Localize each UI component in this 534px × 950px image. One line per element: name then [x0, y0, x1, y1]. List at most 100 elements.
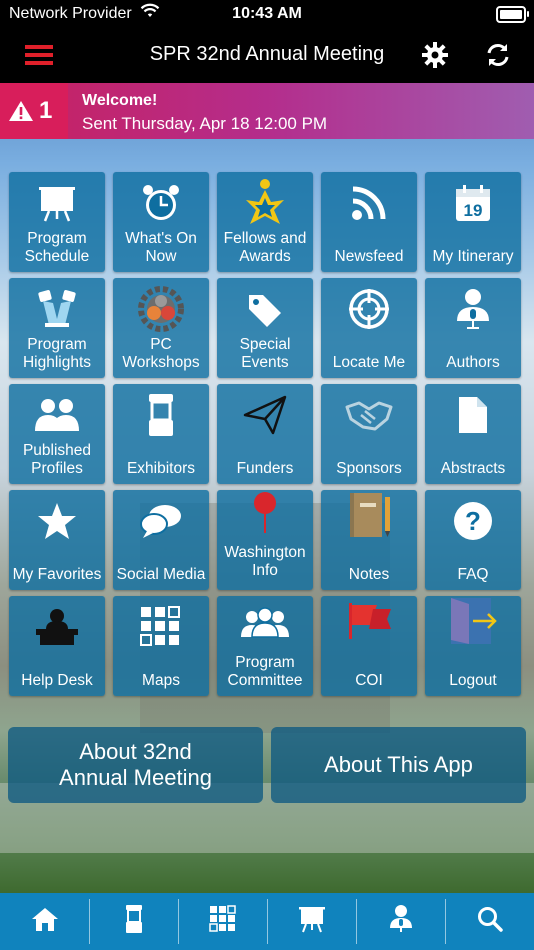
crosshair-icon [321, 286, 417, 332]
alarm-clock-icon [113, 180, 209, 226]
tile-maps[interactable]: Maps [113, 596, 209, 696]
battery-icon [496, 6, 529, 23]
nav-bar: SPR 32nd Annual Meeting [0, 28, 534, 83]
qr-map-icon [113, 604, 209, 650]
speaker-icon [425, 286, 521, 332]
notebook-icon [321, 492, 417, 538]
paper-plane-icon [217, 392, 313, 438]
tab-authors[interactable] [356, 893, 445, 950]
tile-label: Notes [348, 566, 390, 583]
tile-label: What's On Now [125, 230, 197, 265]
svg-text:?: ? [465, 506, 481, 536]
people-icon [9, 392, 105, 438]
alert-count: 1 [39, 97, 53, 124]
alert-banner[interactable]: 1 Welcome! Sent Thursday, Apr 18 12:00 P… [0, 83, 534, 139]
tile-help-desk[interactable]: Help Desk [9, 596, 105, 696]
tile-program-committee[interactable]: Program Committee [217, 596, 313, 696]
tile-notes[interactable]: Notes [321, 490, 417, 590]
tile-social-media[interactable]: Social Media [113, 490, 209, 590]
tile-label: Help Desk [21, 672, 93, 689]
star-icon [9, 498, 105, 544]
committee-icon [217, 600, 313, 646]
booth-icon [113, 392, 209, 438]
home-icon [31, 906, 59, 937]
tile-label: Washington Info [224, 544, 306, 579]
tile-label: FAQ [457, 566, 489, 583]
tile-label: Program Committee [227, 654, 303, 689]
warning-icon [8, 100, 34, 127]
presentation-board-icon [298, 905, 326, 938]
tile-my-itinerary[interactable]: 19 My Itinerary [425, 172, 521, 272]
about-meeting-label: About 32nd Annual Meeting [59, 739, 212, 790]
document-icon [425, 392, 521, 438]
star-person-icon [217, 179, 313, 226]
gear-icon[interactable] [421, 41, 449, 74]
question-icon: ? [425, 498, 521, 544]
tile-sponsors[interactable]: Sponsors [321, 384, 417, 484]
tile-label: Fellows and Awards [223, 230, 307, 265]
tile-exhibitors[interactable]: Exhibitors [113, 384, 209, 484]
tile-label: Social Media [116, 566, 206, 583]
logout-door-icon [425, 598, 521, 644]
clock: 10:43 AM [232, 5, 302, 22]
tile-special-events[interactable]: Special Events [217, 278, 313, 378]
alert-heading: Welcome! [82, 92, 158, 109]
tile-my-favorites[interactable]: My Favorites [9, 490, 105, 590]
about-meeting-button[interactable]: About 32nd Annual Meeting [8, 727, 263, 803]
tile-faq[interactable]: ? FAQ [425, 490, 521, 590]
tile-label: Program Highlights [22, 336, 92, 371]
tile-label: Maps [142, 672, 180, 689]
tile-label: Newsfeed [334, 248, 404, 265]
tile-label: Funders [236, 460, 294, 477]
grid-icon [208, 905, 237, 938]
tab-schedule[interactable] [267, 893, 356, 950]
tile-logout[interactable]: Logout [425, 596, 521, 696]
tile-pc-workshops[interactable]: PC Workshops [113, 278, 209, 378]
search-icon [477, 906, 503, 937]
page-title: SPR 32nd Annual Meeting [149, 43, 385, 65]
rss-icon [321, 180, 417, 226]
speaker-icon [388, 904, 414, 939]
spotlights-icon [9, 286, 105, 332]
tile-coi[interactable]: COI [321, 596, 417, 696]
tile-label: Program Schedule [24, 230, 90, 265]
tile-program-highlights[interactable]: Program Highlights [9, 278, 105, 378]
tile-abstracts[interactable]: Abstracts [425, 384, 521, 484]
tile-funders[interactable]: Funders [217, 384, 313, 484]
alert-sent-time: Sent Thursday, Apr 18 12:00 PM [82, 114, 328, 133]
handshake-icon [321, 392, 417, 438]
tag-icon [217, 286, 313, 332]
alert-badge: 1 [0, 83, 68, 139]
tile-label: Published Profiles [22, 442, 92, 477]
tab-home[interactable] [0, 893, 89, 950]
tile-published-profiles[interactable]: Published Profiles [9, 384, 105, 484]
help-desk-icon [9, 604, 105, 650]
tile-label: Logout [449, 672, 497, 689]
booth-icon [124, 904, 144, 939]
tile-fellows-and-awards[interactable]: Fellows and Awards [217, 172, 313, 272]
presentation-board-icon [9, 180, 105, 226]
tile-newsfeed[interactable]: Newsfeed [321, 172, 417, 272]
svg-text:19: 19 [464, 201, 483, 220]
tab-grid[interactable] [178, 893, 267, 950]
flag-icon [321, 598, 417, 644]
gears-icon [113, 286, 209, 332]
about-app-button[interactable]: About This App [271, 727, 526, 803]
tile-program-schedule[interactable]: Program Schedule [9, 172, 105, 272]
tile-label: COI [355, 672, 383, 689]
tile-label: Abstracts [440, 460, 506, 477]
tab-exhibitors[interactable] [89, 893, 178, 950]
tab-bar [0, 893, 534, 950]
tile-locate-me[interactable]: Locate Me [321, 278, 417, 378]
refresh-icon[interactable] [484, 41, 512, 74]
tile-whats-on-now[interactable]: What's On Now [113, 172, 209, 272]
tile-washington-info[interactable]: Washington Info [217, 490, 313, 590]
tile-label: My Itinerary [432, 248, 514, 265]
tile-authors[interactable]: Authors [425, 278, 521, 378]
tile-label: My Favorites [12, 566, 102, 583]
tile-label: Locate Me [332, 354, 406, 371]
tile-label: Authors [446, 354, 500, 371]
tile-label: Sponsors [336, 460, 402, 477]
about-app-label: About This App [324, 752, 473, 777]
tab-search[interactable] [445, 893, 534, 950]
